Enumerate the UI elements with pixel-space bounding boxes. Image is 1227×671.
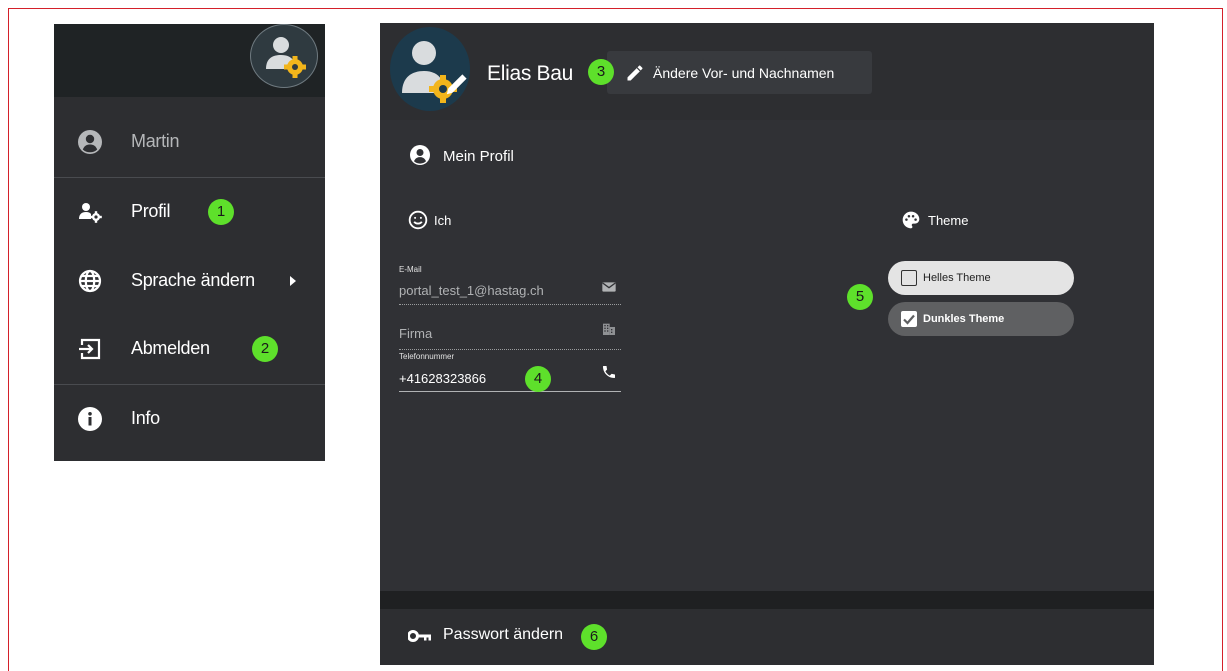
theme-option-label: Helles Theme [923, 272, 991, 284]
theme-option-dark[interactable]: Dunkles Theme [888, 302, 1074, 336]
checkbox-unchecked-icon [901, 270, 917, 286]
section-me-label: Ich [434, 213, 452, 228]
menu-item-info[interactable]: Info [54, 385, 325, 453]
menu-item-logout[interactable]: Abmelden 2 [54, 315, 325, 383]
phone-icon [603, 366, 615, 378]
globe-icon [78, 269, 102, 293]
menu-item-label: Abmelden [131, 338, 210, 358]
user-avatar-button[interactable] [250, 24, 318, 88]
pencil-icon [627, 65, 643, 81]
rename-button-label: Ändere Vor- und Nachnamen [653, 65, 835, 81]
user-gear-icon [266, 37, 306, 78]
change-password-section[interactable]: Passwort ändern 6 [380, 609, 1154, 665]
palette-icon [902, 211, 920, 229]
menu-item-profil[interactable]: Profil 1 [54, 178, 325, 246]
company-field-placeholder: Firma [399, 326, 433, 341]
logout-icon [79, 338, 101, 360]
profile-card: Mein Profil Ich E-Mail portal_test_1@has… [380, 120, 1154, 591]
menu-item-language[interactable]: Sprache ändern [54, 247, 325, 315]
account-circle-icon [410, 145, 430, 165]
building-icon [603, 323, 615, 335]
field-underline [399, 349, 621, 350]
menu-user-label: Martin [131, 131, 180, 151]
checkmark-icon [903, 314, 915, 325]
info-icon [78, 407, 102, 431]
callout-badge: 2 [252, 336, 278, 362]
change-password-label: Passwort ändern [443, 626, 564, 643]
user-gear-icon [79, 203, 102, 223]
callout-badge: 3 [588, 59, 614, 85]
profile-avatar[interactable] [390, 27, 470, 111]
menu-item-label: Info [131, 408, 160, 428]
profile-user-name: Elias Bau [487, 62, 574, 85]
rename-button[interactable]: Ändere Vor- und Nachnamen [607, 51, 872, 94]
phone-field-label: Telefonnummer [399, 352, 455, 361]
account-circle-icon [78, 130, 102, 154]
phone-field[interactable]: Telefonnummer +41628323866 [399, 352, 621, 392]
smiley-icon [408, 210, 428, 230]
email-field-label: E-Mail [399, 265, 422, 274]
email-field[interactable]: E-Mail portal_test_1@hastag.ch [399, 265, 621, 305]
theme-option-label: Dunkles Theme [923, 313, 1005, 325]
profile-header: Elias Bau Ändere Vor- und Nachnamen 3 [380, 23, 1154, 120]
company-field[interactable]: Firma [399, 310, 621, 350]
theme-option-light[interactable]: Helles Theme [888, 261, 1074, 295]
key-icon [408, 630, 431, 642]
menu-item-label: Profil [131, 201, 171, 221]
user-gear-icon [402, 41, 467, 103]
checkbox-checked-icon [901, 311, 917, 327]
phone-field-value: +41628323866 [399, 371, 487, 386]
profile-window: Elias Bau Ändere Vor- und Nachnamen 3 Me… [380, 23, 1154, 665]
menu-header [54, 24, 325, 97]
menu-item-label: Sprache ändern [131, 270, 255, 290]
callout-badge: 5 [847, 284, 873, 310]
callout-badge: 4 [525, 366, 551, 392]
callout-badge: 1 [208, 199, 234, 225]
email-field-value: portal_test_1@hastag.ch [399, 283, 544, 298]
field-underline [399, 391, 621, 392]
chevron-right-icon [290, 276, 296, 286]
callout-badge: 6 [581, 624, 607, 650]
mail-icon [602, 282, 616, 292]
menu-body: Martin Profil 1 Sprache ändern Abmelden … [54, 97, 325, 461]
menu-user-name: Martin [54, 108, 325, 176]
card-title-label: Mein Profil [443, 148, 514, 165]
user-menu-panel: Martin Profil 1 Sprache ändern Abmelden … [54, 24, 325, 461]
section-theme-label: Theme [928, 213, 969, 228]
field-underline [399, 304, 621, 305]
